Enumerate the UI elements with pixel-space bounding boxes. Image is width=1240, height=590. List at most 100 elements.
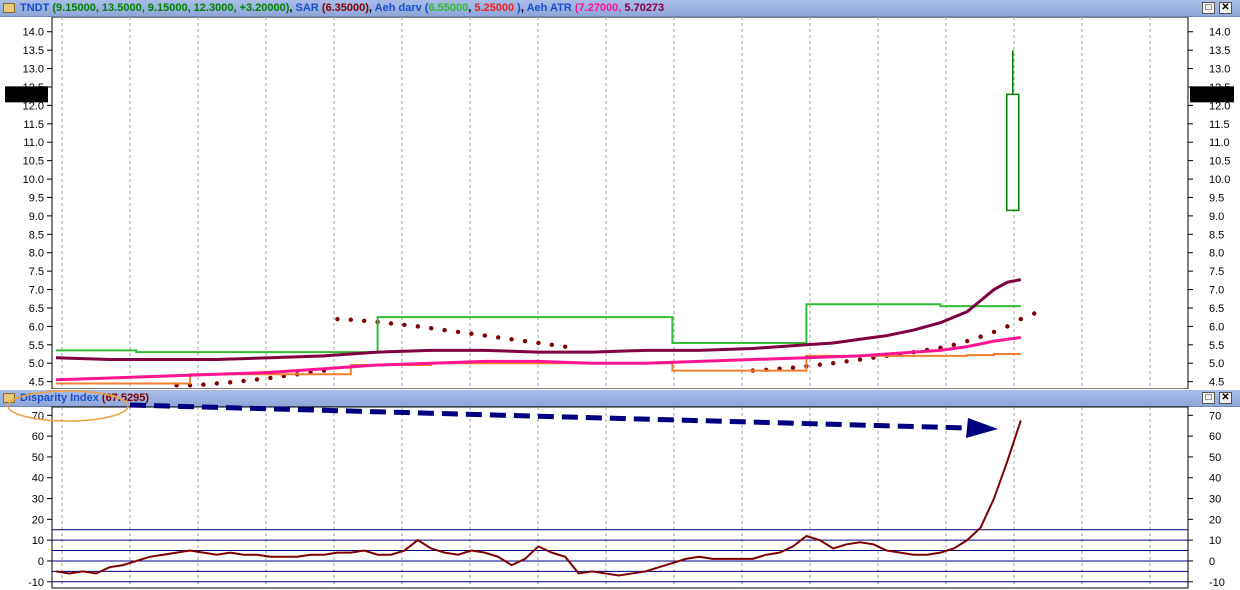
sar-dot	[817, 362, 822, 367]
sar-dot	[509, 337, 514, 342]
price-ytick-label-left: 9.5	[29, 192, 44, 204]
price-ytick-label-left: 5.0	[29, 358, 44, 370]
indicator-ytick-label-right: 40	[1209, 473, 1221, 485]
indicator-ytick-label-right: 0	[1209, 556, 1215, 568]
price-ytick-label-left: 8.0	[29, 248, 44, 260]
indicator-ytick-label-left: 70	[32, 410, 44, 422]
sar-dot	[482, 333, 487, 338]
ohlc-values: (9.15000, 13.5000, 9.15000, 12.3000, +3.…	[52, 2, 290, 14]
indicator-ytick-label-right: 50	[1209, 452, 1221, 464]
sar-dot	[790, 365, 796, 370]
sar-dot	[362, 318, 367, 324]
indicator-ytick-label-right: 10	[1209, 535, 1221, 547]
indicator-ytick-label-left: 40	[32, 473, 44, 485]
sar-value: (6.35000)	[321, 2, 369, 14]
sar-dot	[496, 335, 501, 340]
sar-dot	[831, 361, 836, 366]
darv-upper-value: 6.55000	[428, 2, 469, 14]
sar-dot	[549, 342, 554, 348]
price-ytick-label-left: 13.0	[23, 64, 44, 76]
price-pane-close-button[interactable]: ✕	[1219, 2, 1232, 14]
indicator-ytick-label-left: 50	[32, 452, 44, 464]
indicator-ytick-label-left: 0	[38, 556, 44, 568]
price-ytick-label-left: 11.0	[23, 137, 44, 149]
indicator-ytick-label-left: 30	[32, 494, 44, 506]
price-ytick-label-left: 13.5	[23, 45, 44, 57]
price-ytick-label-left: 6.0	[29, 321, 44, 333]
sar-dot	[978, 334, 983, 339]
price-ytick-label-left: 7.0	[29, 285, 44, 297]
atr-label: Aeh ATR	[526, 2, 572, 14]
sar-dot	[429, 326, 434, 331]
last-candle-body	[1006, 93, 1020, 212]
sar-dot	[415, 324, 420, 329]
price-ytick-label-left: 14.0	[23, 27, 44, 39]
price-ytick-label-right: 8.5	[1209, 229, 1224, 241]
darv-label: Aeh darv	[374, 2, 422, 14]
sar-dot	[455, 329, 461, 335]
last-price-tag-left: 12.3000	[7, 89, 47, 101]
sar-label: SAR	[295, 2, 319, 14]
price-ytick-label-left: 5.5	[29, 340, 44, 352]
price-ytick-label-right: 13.5	[1209, 45, 1230, 57]
sar-dot	[469, 331, 474, 336]
indicator-ytick-label-left: 10	[32, 535, 44, 547]
darv-lower-value: 5.25000	[474, 2, 515, 14]
price-pane-title: TNDT (9.15000, 13.5000, 9.15000, 12.3000…	[20, 2, 665, 14]
sar-dot	[268, 375, 273, 381]
price-chart[interactable]: 4.5 4.5 5.0 5.0 5.5 5.5 6.0 6.0 6.5 6.5 7.0 7.0 7.5 7…	[0, 17, 1240, 389]
sar-dot	[228, 380, 233, 385]
last-price-tag-right: 12.3000	[1192, 89, 1232, 101]
price-ytick-label-right: 11.5	[1209, 119, 1230, 131]
indicator-ytick-label-right: 20	[1209, 514, 1221, 526]
price-ytick-label-left: 9.0	[29, 211, 44, 223]
price-ytick-label-left: 6.5	[29, 303, 44, 315]
indicator-window-icon[interactable]	[3, 393, 15, 403]
indicator-ytick-label-right: -10	[1209, 577, 1225, 589]
indicator-ytick-label-left: 20	[32, 514, 44, 526]
sar-dot	[536, 340, 541, 346]
sar-dot	[1005, 324, 1010, 329]
sar-dot	[388, 321, 394, 326]
price-ytick-label-left: 10.0	[23, 174, 44, 186]
atr-upper-value: (7.27000,	[574, 2, 622, 14]
indicator-pane-close-button[interactable]: ✕	[1219, 392, 1232, 404]
indicator-ytick-label-right: 60	[1209, 431, 1221, 443]
price-pane-header: TNDT (9.15000, 13.5000, 9.15000, 12.3000…	[0, 0, 1240, 17]
sar-dot	[402, 322, 407, 328]
darv-close-paren: )	[517, 2, 521, 14]
price-ytick-label-right: 9.5	[1209, 192, 1224, 204]
atr-lower-value: 5.70273	[624, 2, 665, 14]
price-ytick-label-right: 14.0	[1209, 27, 1230, 39]
sar-dot	[1032, 311, 1037, 316]
indicator-ytick-label-left: -10	[28, 577, 44, 589]
sar-dot	[254, 377, 260, 382]
price-ytick-label-right: 5.5	[1209, 340, 1224, 352]
sar-dot	[201, 382, 206, 387]
price-ytick-label-left: 10.5	[23, 156, 44, 168]
sar-dot	[951, 342, 956, 348]
price-pane-restore-button[interactable]: □	[1202, 2, 1215, 14]
indicator-pane-restore-button[interactable]: □	[1202, 392, 1215, 404]
price-ytick-label-right: 5.0	[1209, 358, 1224, 370]
chart-window-icon[interactable]	[3, 3, 15, 13]
disparity-index-chart[interactable]: -10 -10 0 0 10 10 20 20 30 30 40 40 50 50 60 60 70 70	[0, 390, 1240, 589]
sar-dot	[1018, 316, 1023, 322]
indicator-ytick-label-right: 30	[1209, 494, 1221, 506]
price-ytick-label-right: 6.5	[1209, 303, 1224, 315]
sar-dot	[991, 329, 997, 335]
sar-dot	[522, 338, 528, 344]
price-ytick-label-right: 4.5	[1209, 377, 1224, 389]
price-ytick-label-right: 6.0	[1209, 321, 1224, 333]
price-ytick-label-right: 8.0	[1209, 248, 1224, 260]
sar-dot	[335, 316, 340, 322]
indicator-ytick-label-left: 60	[32, 431, 44, 443]
sar-dot	[563, 344, 568, 349]
indicator-ytick-label-right: 70	[1209, 410, 1221, 422]
price-ytick-label-left: 11.5	[23, 119, 44, 131]
price-ytick-label-right: 10.5	[1209, 156, 1230, 168]
price-ytick-label-right: 10.0	[1209, 174, 1230, 186]
price-ytick-label-right: 13.0	[1209, 64, 1230, 76]
sar-dot	[844, 359, 849, 364]
sar-dot	[214, 381, 219, 386]
